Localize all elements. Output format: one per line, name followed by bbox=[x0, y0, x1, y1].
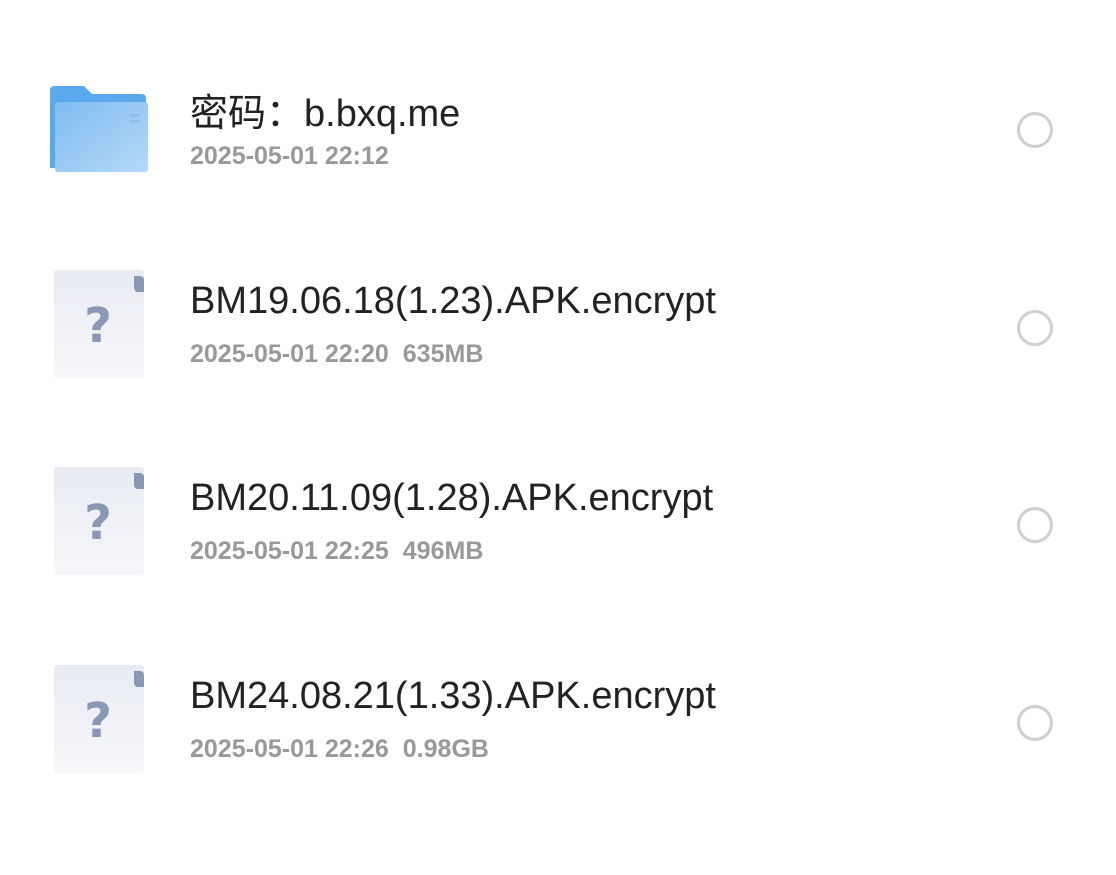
file-meta: 2025-05-01 22:26 0.98GB bbox=[190, 735, 489, 764]
file-list-item[interactable]: 密码：b.bxq.me 2025-05-01 22:12 bbox=[0, 84, 1116, 282]
svg-text:?: ? bbox=[84, 298, 112, 354]
file-name: BM24.08.21(1.33).APK.encrypt bbox=[190, 675, 716, 717]
file-date: 2025-05-01 22:12 bbox=[190, 142, 389, 170]
file-size: 0.98GB bbox=[402, 735, 489, 763]
folder-icon bbox=[50, 86, 148, 172]
file-name: BM19.06.18(1.23).APK.encrypt bbox=[190, 280, 716, 322]
file-meta: 2025-05-01 22:12 bbox=[190, 142, 389, 171]
unknown-file-icon: ? bbox=[54, 665, 144, 773]
file-meta: 2025-05-01 22:20 635MB bbox=[190, 340, 483, 369]
file-meta: 2025-05-01 22:25 496MB bbox=[190, 537, 483, 566]
file-date: 2025-05-01 22:25 bbox=[190, 537, 389, 565]
file-list-item[interactable]: ? BM19.06.18(1.23).APK.encrypt 2025-05-0… bbox=[0, 270, 1116, 480]
file-date: 2025-05-01 22:26 bbox=[190, 735, 389, 763]
select-radio[interactable] bbox=[1017, 310, 1053, 346]
file-list-item[interactable]: ? BM24.08.21(1.33).APK.encrypt 2025-05-0… bbox=[0, 665, 1116, 875]
unknown-file-icon: ? bbox=[54, 467, 144, 575]
unknown-file-icon: ? bbox=[54, 270, 144, 378]
select-radio[interactable] bbox=[1017, 507, 1053, 543]
select-radio[interactable] bbox=[1017, 112, 1053, 148]
file-list-item[interactable]: ? BM20.11.09(1.28).APK.encrypt 2025-05-0… bbox=[0, 467, 1116, 677]
file-size: 635MB bbox=[402, 340, 484, 368]
svg-text:?: ? bbox=[84, 693, 112, 749]
file-name: BM20.11.09(1.28).APK.encrypt bbox=[190, 477, 714, 519]
svg-text:?: ? bbox=[84, 495, 112, 551]
file-date: 2025-05-01 22:20 bbox=[190, 340, 389, 368]
select-radio[interactable] bbox=[1017, 705, 1053, 741]
file-size: 496MB bbox=[402, 537, 484, 565]
file-name: 密码：b.bxq.me bbox=[190, 93, 461, 135]
